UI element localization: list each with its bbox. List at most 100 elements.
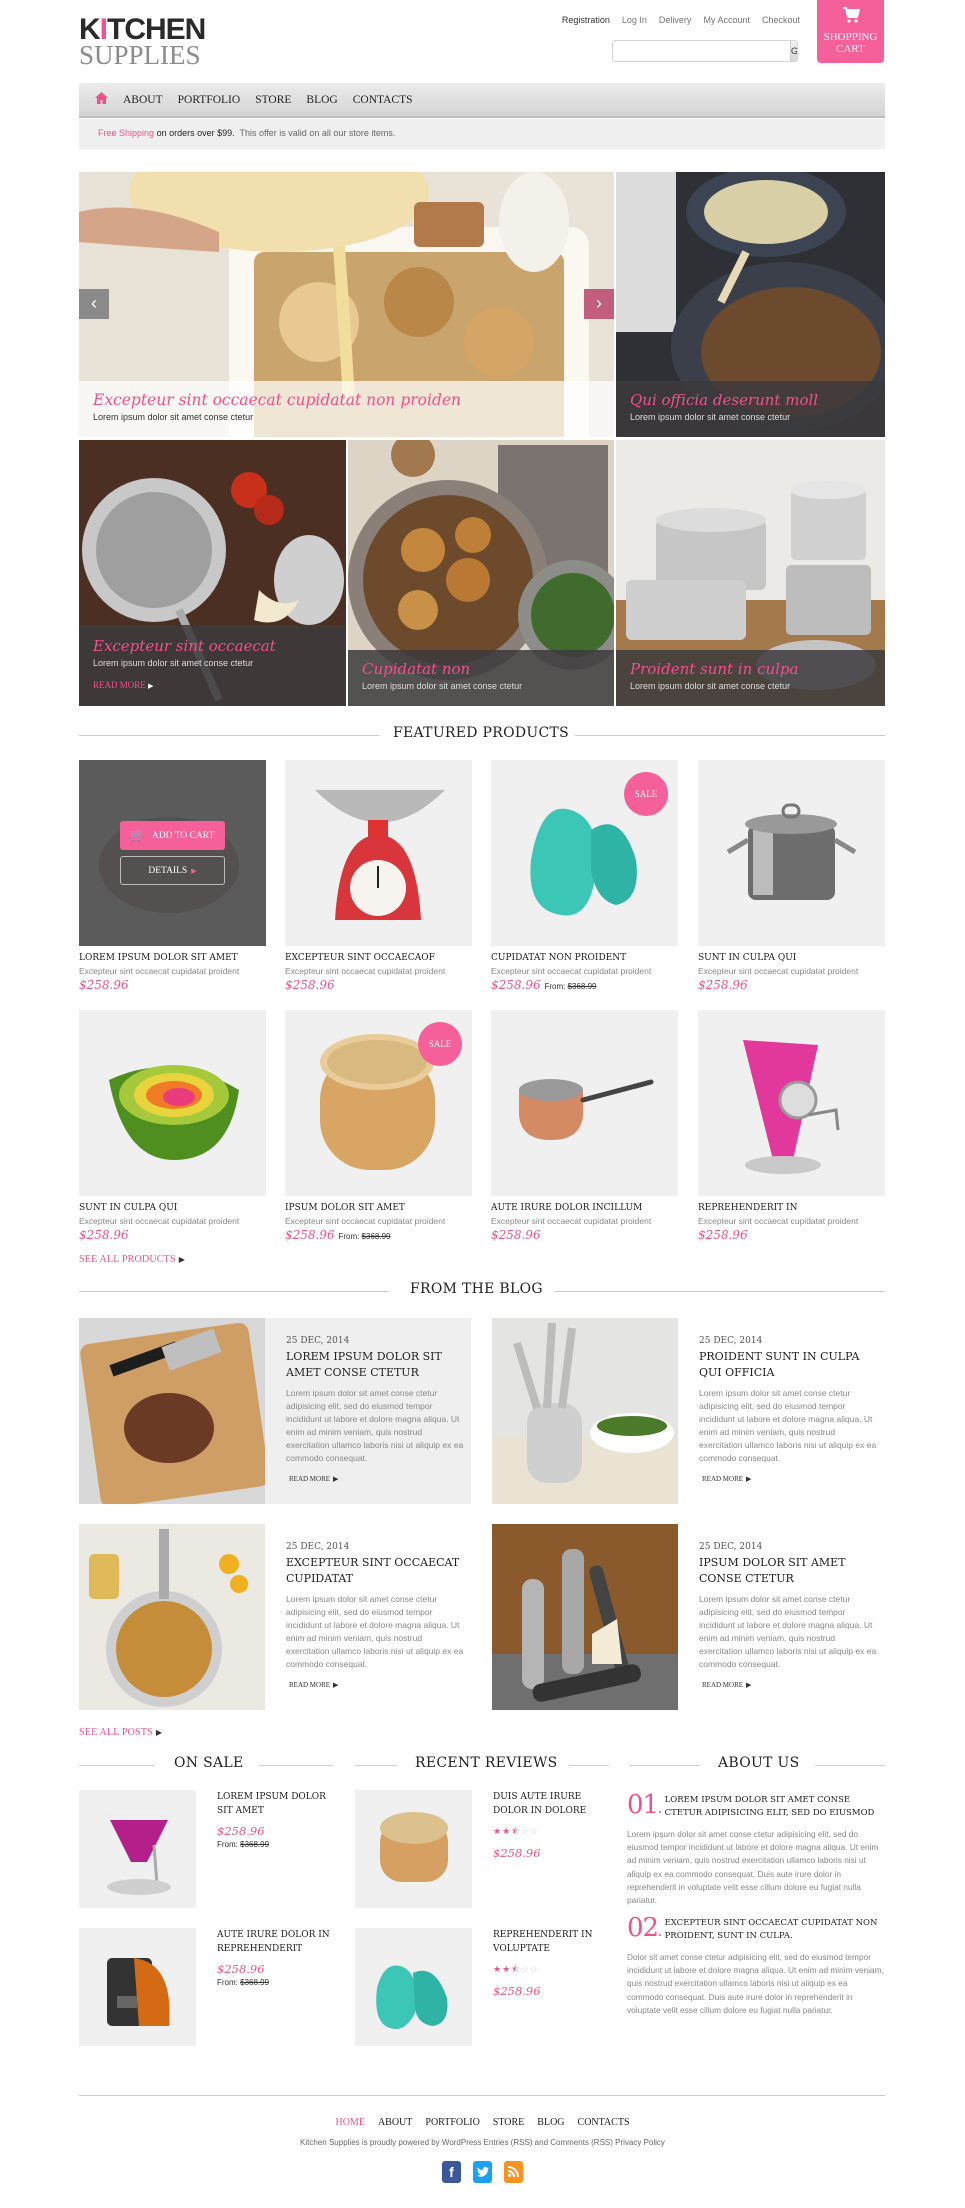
review-item-image[interactable]	[355, 1928, 472, 2046]
product-name[interactable]: SUNT IN CULPA QUI	[79, 1203, 266, 1213]
sale-item-image[interactable]	[79, 1928, 196, 2046]
blog-post[interactable]: 25 DEC, 2014 IPSUM DOLOR SIT AMET CONSE …	[492, 1524, 884, 1710]
link-checkout[interactable]: Checkout	[762, 15, 800, 25]
product-card[interactable]: REPREHENDERIT IN Excepteur sint occaecat…	[698, 1010, 885, 1242]
shopping-cart-button[interactable]: SHOPPING CART	[817, 0, 884, 63]
product-card[interactable]: SUNT IN CULPA QUI Excepteur sint occaeca…	[79, 1010, 266, 1242]
product-image[interactable]: SALE	[491, 760, 678, 946]
read-more-link[interactable]: READ MORE ▶	[286, 1680, 471, 1690]
blog-post[interactable]: 25 DEC, 2014 PROIDENT SUNT IN CULPA QUI …	[492, 1318, 884, 1504]
add-to-cart-button[interactable]: 🛒 ADD TO CART	[120, 821, 225, 850]
product-desc: Excepteur sint occaecat cupidatat proide…	[285, 1216, 446, 1226]
footer-nav-portfolio[interactable]: PORTFOLIO	[425, 2117, 479, 2128]
product-name[interactable]: REPREHENDERIT IN	[698, 1203, 885, 1213]
nav-item-store[interactable]: STORE	[255, 94, 291, 106]
review-item[interactable]: REPREHENDERIT IN VOLUPTATE ★★⯪☆☆ $258.96	[355, 1928, 605, 2046]
slide-title[interactable]: Excepteur sint occaecat cupidatat non pr…	[93, 391, 600, 410]
tile-pans[interactable]: Excepteur sint occaecat Lorem ipsum dolo…	[79, 440, 346, 706]
product-card[interactable]: EXCEPTEUR SINT OCCAECAOF Excepteur sint …	[285, 760, 472, 992]
search-input[interactable]	[613, 41, 790, 61]
review-item[interactable]: DUIS AUTE IRURE DOLOR IN DOLORE ★★⯪☆☆ $2…	[355, 1790, 605, 1908]
tile-chicken-title[interactable]: Cupidatat non	[362, 660, 600, 679]
nav-item-about[interactable]: ABOUT	[123, 94, 163, 106]
footer-nav-store[interactable]: STORE	[493, 2117, 525, 2128]
twitter-icon[interactable]	[473, 2161, 492, 2183]
site-logo[interactable]: KITCHEN SUPPLIES	[79, 15, 209, 69]
sale-item[interactable]: LOREM IPSUM DOLOR SIT AMET $258.96 From:…	[79, 1790, 329, 1908]
product-image[interactable]	[491, 1010, 678, 1196]
read-more-link[interactable]: READ MORE ▶	[286, 1474, 471, 1484]
tile-cookware[interactable]: Proident sunt in culpa Lorem ipsum dolor…	[616, 440, 885, 706]
post-image[interactable]	[79, 1318, 265, 1504]
tile-read-more-link[interactable]: READ MORE ▶	[93, 680, 332, 690]
search-go-button[interactable]: Go	[790, 41, 797, 61]
blog-post[interactable]: 25 DEC, 2014 LOREM IPSUM DOLOR SIT AMET …	[79, 1318, 471, 1504]
review-item-name[interactable]: DUIS AUTE IRURE DOLOR IN DOLORE	[493, 1790, 608, 1818]
blog-post[interactable]: 25 DEC, 2014 EXCEPTEUR SINT OCCAECAT CUP…	[79, 1524, 471, 1710]
details-button[interactable]: DETAILS ▶	[120, 856, 225, 885]
product-name[interactable]: SUNT IN CULPA QUI	[698, 953, 885, 963]
link-my-account[interactable]: My Account	[703, 15, 750, 25]
product-card[interactable]: SALE IPSUM DOLOR SIT AMET Excepteur sint…	[285, 1010, 472, 1242]
product-card[interactable]: SUNT IN CULPA QUI Excepteur sint occaeca…	[698, 760, 885, 992]
product-name[interactable]: AUTE IRURE DOLOR INCILLUM	[491, 1203, 678, 1213]
see-all-posts-link[interactable]: SEE ALL POSTS ▶	[79, 1727, 162, 1738]
tile-chicken[interactable]: Cupidatat non Lorem ipsum dolor sit amet…	[348, 440, 614, 706]
slide-side-title[interactable]: Qui officia deserunt moll	[630, 391, 871, 410]
sale-item-image[interactable]	[79, 1790, 196, 1908]
product-image[interactable]	[79, 1010, 266, 1196]
footer-nav-home[interactable]: HOME	[335, 2117, 364, 2128]
post-title[interactable]: LOREM IPSUM DOLOR SIT AMET CONSE CTETUR	[286, 1349, 461, 1381]
product-name[interactable]: IPSUM DOLOR SIT AMET	[285, 1203, 472, 1213]
promo-highlight[interactable]: Free Shipping	[98, 128, 154, 138]
divider	[259, 1765, 333, 1766]
footer-nav-contacts[interactable]: CONTACTS	[578, 2117, 630, 2128]
nav-item-blog[interactable]: BLOG	[306, 94, 337, 106]
product-image[interactable]: 🛒 ADD TO CART DETAILS ▶	[79, 760, 266, 946]
product-card[interactable]: AUTE IRURE DOLOR INCILLUM Excepteur sint…	[491, 1010, 678, 1242]
sale-item-name[interactable]: LOREM IPSUM DOLOR SIT AMET	[217, 1790, 332, 1818]
post-image[interactable]	[492, 1318, 678, 1504]
facebook-icon[interactable]: f	[442, 2161, 461, 2183]
product-card[interactable]: SALE CUPIDATAT NON PROIDENT Excepteur si…	[491, 760, 678, 992]
product-name[interactable]: EXCEPTEUR SINT OCCAECAOF	[285, 953, 472, 963]
post-title[interactable]: EXCEPTEUR SINT OCCAECAT CUPIDATAT	[286, 1555, 461, 1587]
post-image[interactable]	[79, 1524, 265, 1710]
link-login[interactable]: Log In	[622, 15, 647, 25]
review-item-image[interactable]	[355, 1790, 472, 1908]
see-all-products-link[interactable]: SEE ALL PRODUCTS ▶	[79, 1254, 185, 1265]
star-icon: ★★	[493, 1826, 512, 1836]
sale-item[interactable]: AUTE IRURE DOLOR IN REPREHENDERIT $258.9…	[79, 1928, 332, 2046]
slide-main[interactable]: ‹ › Excepteur sint occaecat cupidatat no…	[79, 172, 614, 437]
product-image[interactable]	[698, 760, 885, 946]
read-more-link[interactable]: READ MORE ▶	[699, 1680, 884, 1690]
product-image[interactable]	[285, 760, 472, 946]
review-item-name[interactable]: REPREHENDERIT IN VOLUPTATE	[493, 1928, 608, 1956]
post-title[interactable]: IPSUM DOLOR SIT AMET CONSE CTETUR	[699, 1555, 874, 1587]
product-image[interactable]	[698, 1010, 885, 1196]
read-more-link[interactable]: READ MORE ▶	[699, 1474, 884, 1484]
slider-next-button[interactable]: ›	[584, 289, 614, 319]
post-image[interactable]	[492, 1524, 678, 1710]
product-image[interactable]: SALE	[285, 1010, 472, 1196]
footer-nav-blog[interactable]: BLOG	[537, 2117, 564, 2128]
slider-prev-button[interactable]: ‹	[79, 289, 109, 319]
post-excerpt: Lorem ipsum dolor sit amet conse ctetur …	[286, 1594, 464, 1669]
home-icon[interactable]	[95, 91, 108, 108]
nav-item-contacts[interactable]: CONTACTS	[353, 94, 413, 106]
about-text: Lorem ipsum dolor sit amet conse ctetur …	[627, 1829, 879, 1906]
product-name[interactable]: LOREM IPSUM DOLOR SIT AMET	[79, 953, 266, 963]
product-name[interactable]: CUPIDATAT NON PROIDENT	[491, 953, 678, 963]
link-delivery[interactable]: Delivery	[659, 15, 692, 25]
tile-pans-title[interactable]: Excepteur sint occaecat	[93, 637, 332, 656]
sale-item-name[interactable]: AUTE IRURE DOLOR IN REPREHENDERIT	[217, 1928, 332, 1956]
rss-icon[interactable]	[504, 2161, 523, 2183]
slide-side[interactable]: Qui officia deserunt moll Lorem ipsum do…	[616, 172, 885, 437]
tile-cookware-title[interactable]: Proident sunt in culpa	[630, 660, 871, 679]
product-card[interactable]: 🛒 ADD TO CART DETAILS ▶ LOREM IPSUM DOLOR …	[79, 760, 266, 992]
post-title[interactable]: PROIDENT SUNT IN CULPA QUI OFFICIA	[699, 1349, 874, 1381]
nav-item-portfolio[interactable]: PORTFOLIO	[178, 94, 241, 106]
footer-nav-about[interactable]: ABOUT	[378, 2117, 412, 2128]
divider	[630, 1765, 700, 1766]
link-registration[interactable]: Registration	[562, 15, 610, 25]
